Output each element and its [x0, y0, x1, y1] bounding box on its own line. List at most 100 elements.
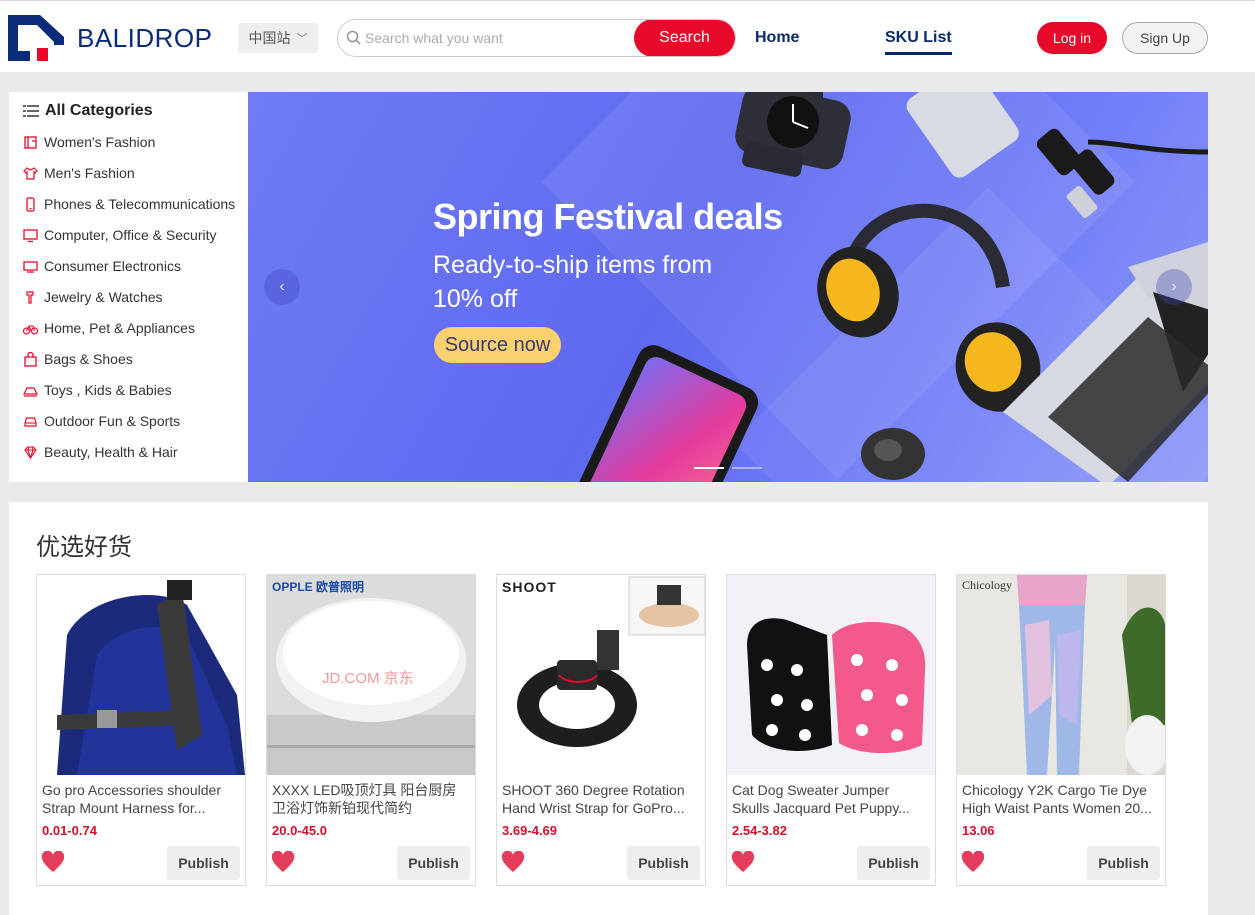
product-card[interactable]: Go pro Accessories shoulder Strap Mount … [36, 574, 246, 886]
product-name-line: High Waist Pants Women 20... [962, 800, 1152, 816]
brand-logo: OPPLE 欧普照明 [272, 580, 365, 594]
product-name[interactable]: Cat Dog Sweater Jumper Skulls Jacquard P… [732, 781, 928, 817]
product-name-line: Go pro Accessories shoulder [42, 782, 221, 798]
favorite-heart-icon[interactable] [731, 851, 755, 873]
sidebar-item-outdoor[interactable]: Outdoor Fun & Sports [23, 411, 180, 431]
product-name-line: SHOOT 360 Degree Rotation [502, 782, 685, 798]
login-button[interactable]: Log in [1037, 22, 1107, 54]
header: BALIDROP 中国站 ﹀ Search Home SKU List Log … [0, 0, 1255, 72]
brand-logo: SHOOT [502, 579, 557, 595]
sidebar-item-label: Computer, Office & Security [44, 227, 217, 243]
sidebar-item-label: Outdoor Fun & Sports [44, 413, 181, 429]
section-title: 优选好货 [36, 533, 132, 561]
phone-icon [26, 196, 35, 212]
product-price: 20.0-45.0 [272, 823, 327, 838]
sidebar-item-label: Women's Fashion [44, 134, 156, 150]
favorite-heart-icon[interactable] [961, 851, 985, 873]
sidebar-item-home-pet[interactable]: Home, Pet & Appliances [23, 318, 195, 338]
product-image-wrist-strap[interactable]: SHOOT [497, 575, 705, 775]
sidebar-item-consumer-electronics[interactable]: Consumer Electronics [23, 256, 181, 276]
product-name-line: Strap Mount Harness for... [42, 800, 206, 816]
product-name-line: XXXX LED吸顶灯具 阳台厨房 [272, 782, 457, 798]
nav-sku-list-link[interactable]: SKU List [885, 29, 952, 55]
signup-button[interactable]: Sign Up [1122, 22, 1208, 54]
all-categories-header[interactable]: All Categories [23, 102, 153, 120]
pet-sweater-photo-illustration [727, 575, 935, 775]
ring-icon [26, 290, 34, 304]
product-image-pet-sweater[interactable] [727, 575, 935, 775]
product-name[interactable]: XXXX LED吸顶灯具 阳台厨房 卫浴灯饰新铂现代简约 [272, 781, 468, 817]
brand-logo: Chicology [962, 578, 1012, 592]
dress-icon [24, 135, 37, 149]
phone-illustration [557, 345, 759, 482]
search-icon [346, 30, 361, 45]
product-card[interactable]: SHOOT SHOOT 360 Degree Rotation Hand Wri… [496, 574, 706, 886]
publish-button[interactable]: Publish [397, 846, 470, 880]
source-now-button[interactable]: Source now [434, 327, 561, 363]
chevron-down-icon: ﹀ [296, 33, 308, 45]
product-name[interactable]: Chicology Y2K Cargo Tie Dye High Waist P… [962, 781, 1158, 817]
site-selector[interactable]: 中国站 ﹀ [238, 23, 318, 53]
sidebar-item-bags-shoes[interactable]: Bags & Shoes [23, 349, 133, 369]
publish-button[interactable]: Publish [627, 846, 700, 880]
product-name-line: Chicology Y2K Cargo Tie Dye [962, 782, 1147, 798]
search-button[interactable]: Search [634, 20, 735, 56]
shirt-icon [23, 166, 38, 180]
product-card[interactable]: OPPLE 欧普照明 JD.COM 京东 XXXX LED吸顶灯具 阳台厨房 卫… [266, 574, 476, 886]
product-name-line: Hand Wrist Strap for GoPro... [502, 800, 685, 816]
product-name[interactable]: SHOOT 360 Degree Rotation Hand Wrist Str… [502, 781, 698, 817]
sidebar-item-toys[interactable]: Toys , Kids & Babies [23, 380, 172, 400]
promo-banner[interactable]: Spring Festival deals Ready-to-ship item… [248, 92, 1208, 482]
car-icon [24, 416, 37, 427]
product-card[interactable]: Chicology Chicology Y2K Cargo Tie Dye Hi… [956, 574, 1166, 886]
sidebar-item-jewelry[interactable]: Jewelry & Watches [23, 287, 163, 307]
product-image-harness[interactable] [37, 575, 245, 775]
product-card[interactable]: Cat Dog Sweater Jumper Skulls Jacquard P… [726, 574, 936, 886]
publish-button[interactable]: Publish [167, 846, 240, 880]
publish-button[interactable]: Publish [857, 846, 930, 880]
carousel-dot[interactable] [732, 467, 762, 469]
nav-home-link[interactable]: Home [755, 29, 799, 47]
bicycle-icon [23, 324, 38, 335]
carousel-prev-button[interactable]: ‹ [264, 269, 300, 305]
carousel-dot[interactable] [694, 467, 724, 469]
cable-illustration [1036, 128, 1208, 219]
publish-button[interactable]: Publish [1087, 846, 1160, 880]
watermark: JD.COM 京东 [322, 670, 414, 687]
favorite-heart-icon[interactable] [41, 851, 65, 873]
banner-title: Spring Festival deals [433, 196, 783, 237]
power-bank-illustration [906, 92, 1019, 178]
wrist-strap-photo-illustration [497, 575, 705, 775]
chevron-right-icon: › [1171, 278, 1177, 295]
product-price: 13.06 [962, 823, 995, 838]
harness-photo-illustration [37, 575, 245, 775]
sidebar-item-womens-fashion[interactable]: Women's Fashion [23, 132, 155, 152]
diamond-icon [24, 445, 37, 460]
sidebar-item-phones[interactable]: Phones & Telecommunications [23, 194, 235, 214]
sidebar-item-mens-fashion[interactable]: Men's Fashion [23, 163, 135, 183]
sidebar-item-label: Toys , Kids & Babies [44, 382, 172, 398]
category-sidebar: All Categories Women's Fashion Men's Fas… [9, 92, 248, 482]
product-name-line: Cat Dog Sweater Jumper [732, 782, 890, 798]
logo-text: BALIDROP [77, 22, 213, 53]
favorite-heart-icon[interactable] [271, 851, 295, 873]
headphones-illustration [817, 203, 1041, 412]
logo[interactable]: BALIDROP [8, 15, 213, 61]
sidebar-item-label: Jewelry & Watches [44, 289, 163, 305]
sidebar-item-label: Men's Fashion [44, 165, 135, 181]
sidebar-item-label: Home, Pet & Appliances [44, 320, 195, 336]
sidebar-item-computer[interactable]: Computer, Office & Security [23, 225, 216, 245]
monitor-icon [23, 228, 38, 242]
carousel-next-button[interactable]: › [1156, 269, 1192, 305]
site-selector-label: 中国站 [248, 30, 291, 46]
favorite-heart-icon[interactable] [501, 851, 525, 873]
sidebar-item-beauty[interactable]: Beauty, Health & Hair [23, 442, 178, 462]
product-image-ceiling-lamp[interactable]: OPPLE 欧普照明 JD.COM 京东 [267, 575, 475, 775]
product-price: 2.54-3.82 [732, 823, 787, 838]
product-image-pants[interactable]: Chicology [957, 575, 1165, 775]
product-name[interactable]: Go pro Accessories shoulder Strap Mount … [42, 781, 238, 817]
search-input[interactable] [365, 20, 635, 56]
product-price: 0.01-0.74 [42, 823, 97, 838]
product-name-line: 卫浴灯饰新铂现代简约 [272, 800, 412, 816]
banner-subtitle: Ready-to-ship items from 10% off [433, 251, 713, 313]
